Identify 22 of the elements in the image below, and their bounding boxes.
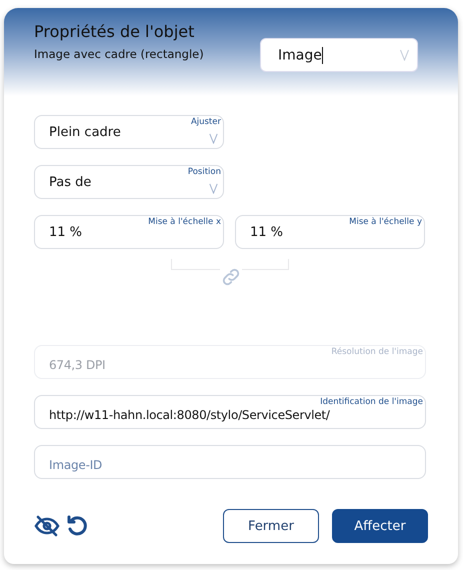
- caret-icon: [209, 183, 218, 194]
- input-field[interactable]: Image-ID: [34, 445, 426, 479]
- input-field[interactable]: Identification de l'image http://w11-hahn.local:8080/stylo/ServiceServlet/: [34, 395, 426, 429]
- caret-icon: [400, 49, 409, 61]
- field-label: Ajuster: [190, 117, 221, 127]
- close-button[interactable]: Fermer: [223, 509, 319, 543]
- input-field[interactable]: Mise à l'échelle x 11 %: [34, 215, 224, 249]
- dialog-title: Propriétés de l'objet: [34, 22, 196, 41]
- apply-button[interactable]: Affecter: [332, 509, 428, 543]
- reset-icon[interactable]: [66, 515, 88, 537]
- dropdown-field[interactable]: Ajuster Plein cadre: [34, 115, 224, 149]
- dropdown-field[interactable]: Position Pas de: [34, 165, 224, 199]
- type-dropdown[interactable]: Image: [260, 38, 418, 72]
- input-field[interactable]: Mise à l'échelle y 11 %: [235, 215, 425, 249]
- field-label: Mise à l'échelle y: [349, 217, 422, 227]
- field-label: Identification de l'image: [320, 397, 423, 407]
- field-label: Position: [188, 167, 221, 177]
- field-label: Résolution de l'image: [331, 347, 423, 357]
- caret-icon: [209, 133, 218, 144]
- dialog-subtitle: Image avec cadre (rectangle): [34, 47, 204, 61]
- field-label: Mise à l'échelle x: [148, 217, 221, 227]
- hide-icon[interactable]: [34, 515, 60, 537]
